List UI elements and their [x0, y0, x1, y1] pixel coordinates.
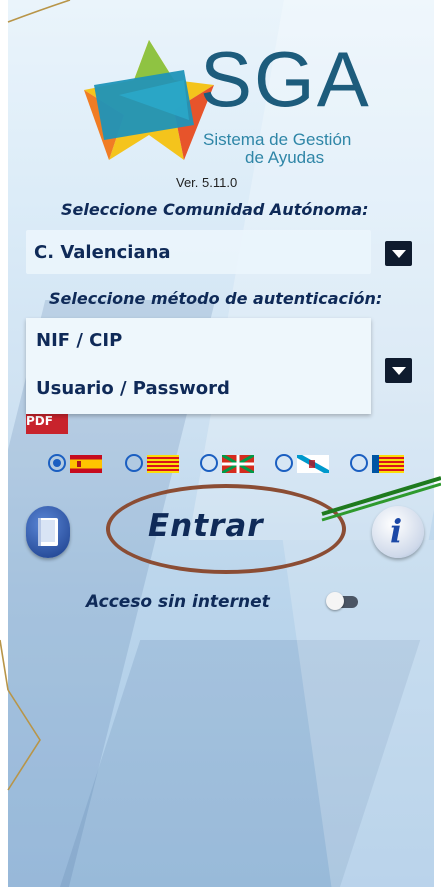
radio-valencian[interactable] [350, 454, 368, 472]
auth-option-nif[interactable]: NIF / CIP [36, 330, 122, 351]
manual-button[interactable] [26, 506, 70, 558]
radio-basque[interactable] [200, 454, 218, 472]
basque-flag-icon [222, 455, 254, 473]
auth-method-label: Seleccione método de autenticación: [49, 289, 383, 308]
catalonia-flag-icon [147, 455, 179, 473]
pdf-icon: PDF [26, 414, 68, 434]
auth-method-dropdown-menu: NIF / CIP Usuario / Password [26, 318, 371, 414]
logo-subtitle-line1: Sistema de Gestión [203, 130, 352, 149]
community-select[interactable]: C. Valenciana [26, 230, 371, 274]
auth-option-user-password[interactable]: Usuario / Password [36, 378, 230, 399]
auth-dropdown-icon[interactable] [385, 358, 412, 383]
radio-catalan[interactable] [125, 454, 143, 472]
radio-galician[interactable] [275, 454, 293, 472]
toggle-knob [326, 592, 344, 610]
offline-access-toggle[interactable] [326, 592, 358, 610]
version-label: Ver. 5.11.0 [176, 175, 238, 190]
community-dropdown-icon[interactable] [385, 241, 412, 266]
logo-subtitle-line2: de Ayudas [245, 148, 325, 167]
community-label: Seleccione Comunidad Autónoma: [61, 200, 369, 219]
offline-access-label: Acceso sin internet [86, 592, 270, 612]
spain-flag-icon [70, 455, 102, 473]
book-icon [38, 518, 58, 546]
info-button[interactable]: i [372, 506, 424, 558]
language-selector [48, 452, 428, 476]
galicia-flag-icon [297, 455, 329, 473]
community-selected-value: C. Valenciana [34, 242, 171, 263]
info-icon: i [390, 512, 403, 550]
valencia-flag-icon [372, 455, 404, 473]
enter-button[interactable]: Entrar [148, 508, 264, 544]
radio-spanish[interactable] [48, 454, 66, 472]
logo-text: SGA [200, 35, 371, 123]
